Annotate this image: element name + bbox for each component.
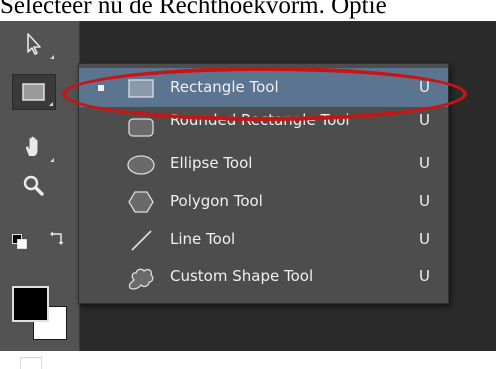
swap-colors-icon[interactable]	[48, 229, 68, 249]
page-caption: Selecteer nu de Rechthoekvorm. Optie	[0, 0, 387, 19]
menu-item-label: Custom Shape Tool	[170, 267, 314, 285]
tools-panel	[0, 21, 80, 369]
zoom-tool[interactable]	[12, 168, 56, 204]
flyout-indicator-icon	[49, 102, 53, 106]
path-selection-tool[interactable]	[12, 26, 56, 62]
menu-item-shortcut: U	[419, 154, 430, 172]
ellipse-icon	[127, 155, 155, 175]
menu-item-custom-shape-tool[interactable]: Custom Shape Tool U	[79, 257, 448, 296]
flyout-indicator-icon	[50, 55, 54, 59]
custom-shape-icon	[128, 268, 154, 290]
menu-item-label: Line Tool	[170, 230, 236, 248]
menu-item-shortcut: U	[419, 192, 430, 210]
hand-icon	[25, 136, 38, 156]
menu-item-shortcut: U	[419, 230, 430, 248]
default-colors-icon[interactable]	[12, 234, 27, 249]
rounded-rectangle-icon	[128, 118, 154, 137]
shape-tool-flyout-menu: Rectangle Tool U Rounded Rectangle Tool …	[78, 63, 449, 304]
hand-tool[interactable]	[12, 129, 56, 165]
zoom-icon	[23, 175, 44, 196]
menu-item-label: Rounded Rectangle Tool	[170, 111, 350, 129]
menu-item-shortcut: U	[419, 111, 430, 129]
menu-item-polygon-tool[interactable]: Polygon Tool U	[79, 182, 448, 221]
path-selection-icon	[27, 33, 41, 55]
selected-bullet-icon	[98, 85, 104, 91]
rectangle-tool-button[interactable]	[12, 74, 56, 110]
menu-item-line-tool[interactable]: Line Tool U	[79, 220, 448, 259]
menu-item-shortcut: U	[419, 267, 430, 285]
foreground-color-swatch[interactable]	[12, 286, 49, 322]
menu-item-label: Ellipse Tool	[170, 154, 253, 172]
rectangle-tool-icon	[22, 83, 45, 101]
rectangle-icon	[128, 79, 154, 98]
menu-item-ellipse-tool[interactable]: Ellipse Tool U	[79, 144, 448, 183]
menu-item-rounded-rectangle-tool[interactable]: Rounded Rectangle Tool U	[79, 107, 448, 146]
quick-mask-icon[interactable]	[20, 357, 42, 369]
flyout-indicator-icon	[50, 158, 54, 162]
line-icon	[131, 230, 152, 251]
menu-item-label: Polygon Tool	[170, 192, 263, 210]
polygon-icon	[128, 191, 154, 213]
